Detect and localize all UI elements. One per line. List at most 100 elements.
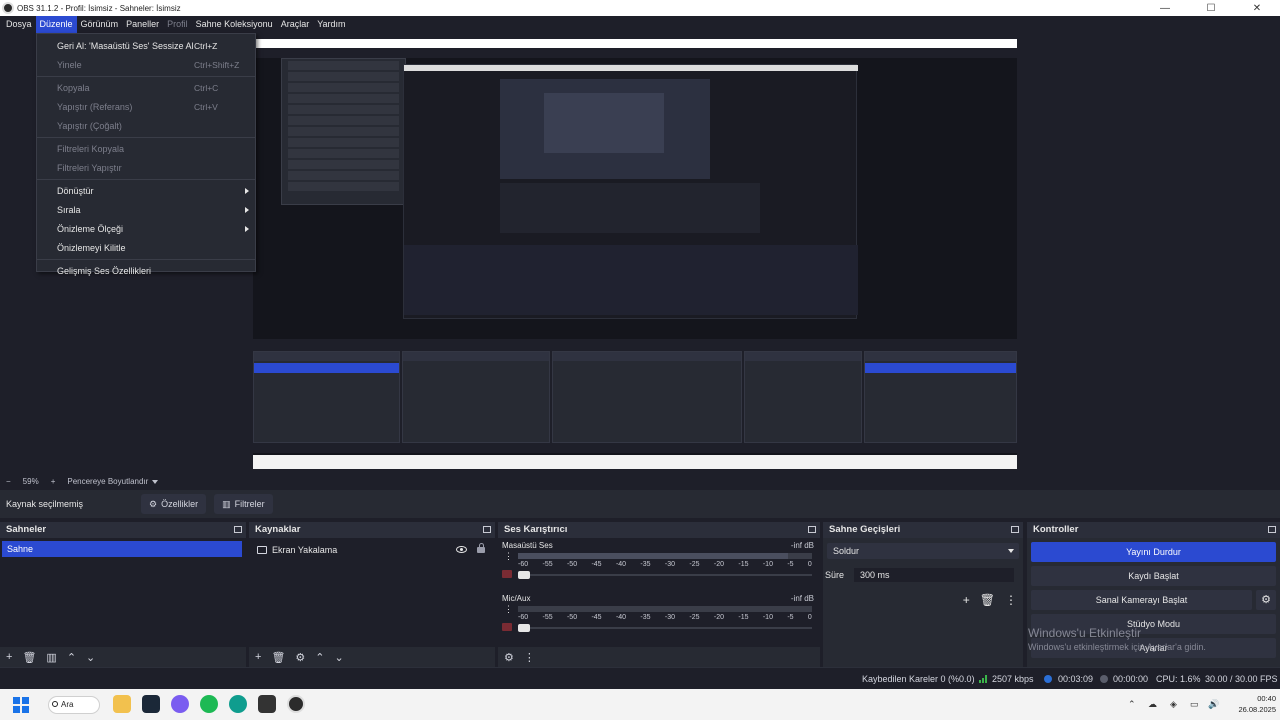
menu-scene-collection[interactable]: Sahne Koleksiyonu: [192, 16, 277, 33]
preview-scale-item[interactable]: Önizleme Ölçeği: [37, 220, 255, 239]
edge-browser-icon[interactable]: [229, 695, 247, 713]
mute-speaker-icon[interactable]: [502, 570, 512, 578]
menu-tools[interactable]: Araçlar: [277, 16, 314, 33]
scale-mode-select[interactable]: Pencereye Boyutlandır: [67, 477, 159, 486]
file-explorer-icon[interactable]: [113, 695, 131, 713]
menu-edit[interactable]: Düzenle: [35, 16, 77, 33]
trash-icon[interactable]: 🗑: [980, 593, 995, 607]
studio-mode-button[interactable]: Stüdyo Modu: [1031, 614, 1276, 634]
volume-slider-handle[interactable]: [518, 624, 530, 632]
volume-meter: [518, 553, 812, 559]
kebab-menu-icon[interactable]: ⋮: [504, 552, 513, 564]
zoom-in-button[interactable]: +: [51, 477, 56, 486]
filter-icon[interactable]: ▥: [46, 651, 56, 664]
kebab-menu-icon[interactable]: ⋮: [524, 651, 535, 664]
move-up-icon[interactable]: ⌃: [67, 651, 76, 664]
undock-icon[interactable]: [483, 526, 491, 533]
status-bar: Kaybedilen Kareler 0 (%0.0) 2507 kbps 00…: [0, 667, 1280, 689]
volume-slider[interactable]: [518, 571, 812, 579]
source-item[interactable]: Ekran Yakalama: [249, 542, 495, 558]
duration-row: Süre 300 ms: [825, 567, 1019, 583]
taskbar-clock[interactable]: 00:40 26.08.2025: [1228, 693, 1276, 715]
kebab-menu-icon[interactable]: ⋮: [504, 605, 513, 617]
obs-taskbar-icon[interactable]: [287, 695, 305, 713]
gear-icon[interactable]: ⚙: [295, 651, 305, 664]
edit-menu-dropdown: Geri Al: 'Masaüstü Ses' Sessize Al Ctrl+Z…: [36, 33, 256, 276]
redo-item[interactable]: Yinele Ctrl+Shift+Z: [37, 56, 255, 75]
stop-streaming-button[interactable]: Yayını Durdur: [1031, 542, 1276, 562]
shield-icon[interactable]: ◈: [1170, 699, 1177, 710]
filters-button[interactable]: ▥ Filtreler: [214, 494, 273, 514]
add-icon[interactable]: +: [963, 593, 970, 607]
taskbar-search[interactable]: Ara: [48, 696, 100, 714]
order-item[interactable]: Sırala: [37, 201, 255, 220]
menu-profile[interactable]: Profil: [163, 16, 192, 33]
copy-item[interactable]: Kopyala Ctrl+C: [37, 79, 255, 98]
paste-reference-item[interactable]: Yapıştır (Referans) Ctrl+V: [37, 98, 255, 117]
start-virtual-camera-button[interactable]: Sanal Kamerayı Başlat ⚙: [1031, 590, 1276, 610]
move-up-icon[interactable]: ⌃: [315, 651, 324, 664]
scene-item[interactable]: Sahne: [2, 541, 242, 557]
minimize-button[interactable]: —: [1142, 0, 1188, 16]
fps: 30.00 / 30.00 FPS: [1205, 674, 1278, 684]
advanced-audio-item[interactable]: Gelişmiş Ses Özellikleri: [37, 262, 255, 281]
lock-preview-item[interactable]: Önizlemeyi Kilitle: [37, 239, 255, 258]
lock-icon[interactable]: [477, 543, 485, 553]
volume-slider[interactable]: [518, 624, 812, 632]
trash-icon[interactable]: 🗑: [22, 651, 36, 664]
advanced-audio-gear-icon[interactable]: ⚙: [504, 651, 514, 664]
preview-capture-menubar: [253, 48, 1017, 58]
paste-filters-item[interactable]: Filtreleri Yapıştır: [37, 159, 255, 178]
menu-view[interactable]: Görünüm: [77, 16, 123, 33]
move-down-icon[interactable]: ⌄: [335, 651, 344, 664]
transitions-dock-title: Sahne Geçişleri: [823, 522, 1023, 538]
transition-select[interactable]: Soldur: [827, 543, 1019, 559]
speaker-icon[interactable]: 🔊: [1208, 699, 1219, 710]
menu-docks[interactable]: Paneller: [122, 16, 163, 33]
stream-time: 00:03:09: [1058, 674, 1094, 684]
display-icon[interactable]: ▭: [1190, 699, 1199, 710]
mixer-channels: Masaüstü Ses -inf dB ⋮ -60 -55 -50 -45 -40 -3…: [498, 538, 820, 647]
move-down-icon[interactable]: ⌄: [86, 651, 95, 664]
menu-separator: [37, 179, 255, 180]
mute-speaker-icon[interactable]: [502, 623, 512, 631]
kebab-menu-icon[interactable]: ⋮: [1005, 593, 1017, 607]
preview-capture-docks: [253, 339, 1017, 449]
channel-name: Mic/Aux: [502, 594, 531, 603]
undock-icon[interactable]: [1268, 526, 1276, 533]
menu-file[interactable]: Dosya: [2, 16, 36, 33]
preview-zoom-bar: − 59% + Pencereye Boyutlandır: [0, 473, 1280, 490]
undock-icon[interactable]: [1011, 526, 1019, 533]
add-icon[interactable]: +: [255, 651, 261, 663]
properties-button[interactable]: ⚙ Özellikler: [141, 494, 207, 514]
paste-duplicate-item[interactable]: Yapıştır (Çoğalt): [37, 117, 255, 136]
spotify-icon[interactable]: [200, 695, 218, 713]
steam-icon[interactable]: [142, 695, 160, 713]
volume-slider-handle[interactable]: [518, 571, 530, 579]
copy-filters-item[interactable]: Filtreleri Kopyala: [37, 140, 255, 159]
settings-button[interactable]: Ayarlar: [1031, 638, 1276, 658]
windows-start-icon[interactable]: [13, 697, 29, 713]
add-icon[interactable]: +: [6, 651, 12, 663]
cloud-icon[interactable]: ☁: [1148, 699, 1157, 710]
start-recording-button[interactable]: Kaydı Başlat: [1031, 566, 1276, 586]
zoom-out-button[interactable]: −: [6, 477, 11, 486]
undo-mute-item[interactable]: Geri Al: 'Masaüstü Ses' Sessize Al Ctrl+Z: [37, 37, 255, 56]
trash-icon[interactable]: 🗑: [271, 651, 285, 664]
menu-help[interactable]: Yardım: [313, 16, 349, 33]
eye-icon[interactable]: [456, 546, 467, 553]
preview-capture-titlebar: [253, 39, 1017, 48]
preview-canvas[interactable]: [253, 39, 1017, 469]
gear-icon[interactable]: ⚙: [1256, 590, 1276, 610]
sources-dock-title: Kaynaklar: [249, 522, 495, 538]
undock-icon[interactable]: [808, 526, 816, 533]
transform-item[interactable]: Dönüştür: [37, 182, 255, 201]
media-app-icon[interactable]: [258, 695, 276, 713]
chat-app-icon[interactable]: [171, 695, 189, 713]
duration-spinbox[interactable]: 300 ms: [854, 568, 1015, 582]
close-button[interactable]: ✕: [1234, 0, 1280, 16]
maximize-button[interactable]: ☐: [1188, 0, 1234, 16]
chevron-up-icon[interactable]: ⌃: [1128, 699, 1136, 710]
undock-icon[interactable]: [234, 526, 242, 533]
monitor-icon: [257, 546, 267, 554]
